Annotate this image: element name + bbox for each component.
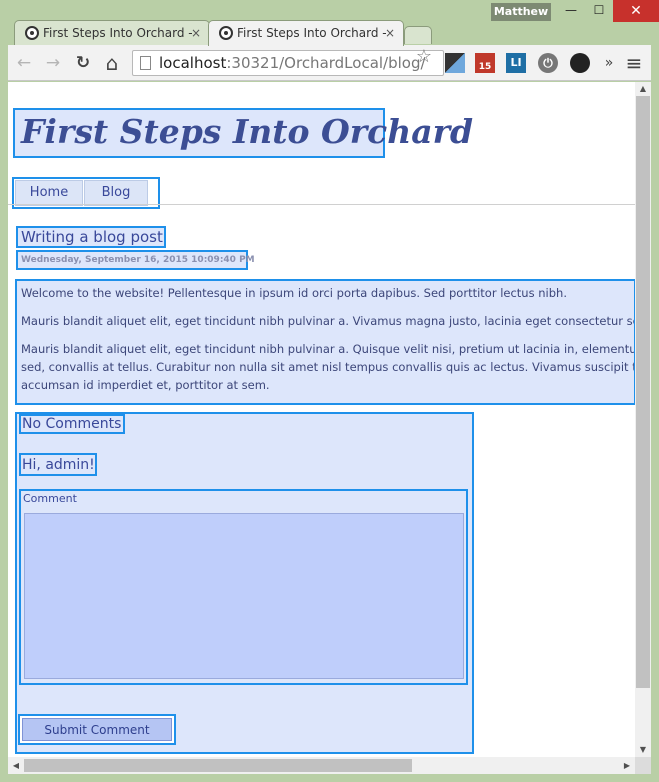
back-arrow-icon[interactable]: ← xyxy=(12,51,36,75)
address-bar[interactable]: localhost:30321/OrchardLocal/blog/ xyxy=(132,50,444,76)
post-paragraph: Welcome to the website! Pellentesque in … xyxy=(21,286,567,300)
orchard-favicon-icon xyxy=(25,26,39,40)
post-paragraph-line: sed, convallis at tellus. Curabitur non … xyxy=(21,360,635,374)
bookmark-star-icon[interactable]: ☆ xyxy=(412,45,436,69)
tab-label: First Steps Into Orchard - xyxy=(43,26,193,40)
window-titlebar: Matthew — ☐ ✕ xyxy=(0,0,659,22)
site-title[interactable]: First Steps Into Orchard xyxy=(13,108,473,158)
tab-2-active[interactable]: First Steps Into Orchard - × xyxy=(208,20,404,46)
new-tab-button[interactable] xyxy=(404,26,432,44)
tab-label: First Steps Into Orchard - xyxy=(237,26,387,40)
extension-badge-icon[interactable]: 15 xyxy=(475,53,495,73)
tab-1[interactable]: First Steps Into Orchard - × xyxy=(14,20,210,46)
comment-textarea[interactable] xyxy=(24,513,464,679)
url-path: :30321/OrchardLocal/blog/ xyxy=(226,54,426,72)
greeting-text: Hi, admin! xyxy=(19,453,97,476)
extension-li-icon[interactable]: LI xyxy=(506,53,526,73)
url-host: localhost xyxy=(159,54,227,72)
post-paragraph-line: Mauris blandit aliquet elit, eget tincid… xyxy=(21,342,635,356)
scroll-left-icon[interactable]: ◀ xyxy=(8,757,24,774)
extension-tile-icon[interactable] xyxy=(445,53,465,73)
post-paragraph: Mauris blandit aliquet elit, eget tincid… xyxy=(21,314,635,328)
comments-heading: No Comments xyxy=(19,414,125,434)
orchard-favicon-icon xyxy=(219,26,233,40)
extension-power-icon[interactable]: ⏻ xyxy=(538,53,558,73)
menu-divider xyxy=(8,204,635,205)
scroll-up-icon[interactable]: ▲ xyxy=(635,82,651,96)
submit-comment-button[interactable]: Submit Comment xyxy=(18,714,176,745)
maximize-button[interactable]: ☐ xyxy=(585,0,613,22)
home-icon[interactable]: ⌂ xyxy=(100,51,124,75)
post-body: Welcome to the website! Pellentesque in … xyxy=(15,279,635,405)
profile-badge[interactable]: Matthew xyxy=(491,3,551,21)
tab-close-icon[interactable]: × xyxy=(191,21,201,45)
vertical-scrollbar[interactable]: ▲ ▼ xyxy=(635,82,651,757)
submit-comment-label: Submit Comment xyxy=(22,718,172,741)
browser-menu-icon[interactable]: ≡ xyxy=(622,51,646,75)
menu-item-blog[interactable]: Blog xyxy=(84,180,148,206)
forward-arrow-icon[interactable]: → xyxy=(41,51,65,75)
page-viewport: First Steps Into Orchard Home Blog Writi… xyxy=(8,82,635,757)
tab-close-icon[interactable]: × xyxy=(385,21,395,45)
minimize-button[interactable]: — xyxy=(557,0,585,22)
extensions-overflow-icon[interactable]: » xyxy=(597,51,621,75)
close-window-button[interactable]: ✕ xyxy=(613,0,659,22)
menu-item-home[interactable]: Home xyxy=(15,180,83,206)
reload-icon[interactable]: ↻ xyxy=(71,51,95,75)
comment-label: Comment xyxy=(23,492,77,505)
horizontal-scrollbar[interactable]: ◀ ▶ xyxy=(8,757,635,774)
scrollbar-corner xyxy=(635,757,651,774)
post-paragraph-line: accumsan id imperdiet et, porttitor at s… xyxy=(21,378,270,392)
scroll-down-icon[interactable]: ▼ xyxy=(635,743,651,757)
github-icon[interactable] xyxy=(570,53,590,73)
comment-form: Comment xyxy=(19,489,468,685)
horizontal-scroll-thumb[interactable] xyxy=(24,759,412,772)
post-date: Wednesday, September 16, 2015 10:09:40 P… xyxy=(16,250,255,270)
page-icon xyxy=(140,56,151,70)
browser-toolbar: ← → ↻ ⌂ localhost:30321/OrchardLocal/blo… xyxy=(8,45,651,81)
scroll-right-icon[interactable]: ▶ xyxy=(619,757,635,774)
post-title[interactable]: Writing a blog post xyxy=(16,226,166,248)
vertical-scroll-thumb[interactable] xyxy=(636,96,650,688)
